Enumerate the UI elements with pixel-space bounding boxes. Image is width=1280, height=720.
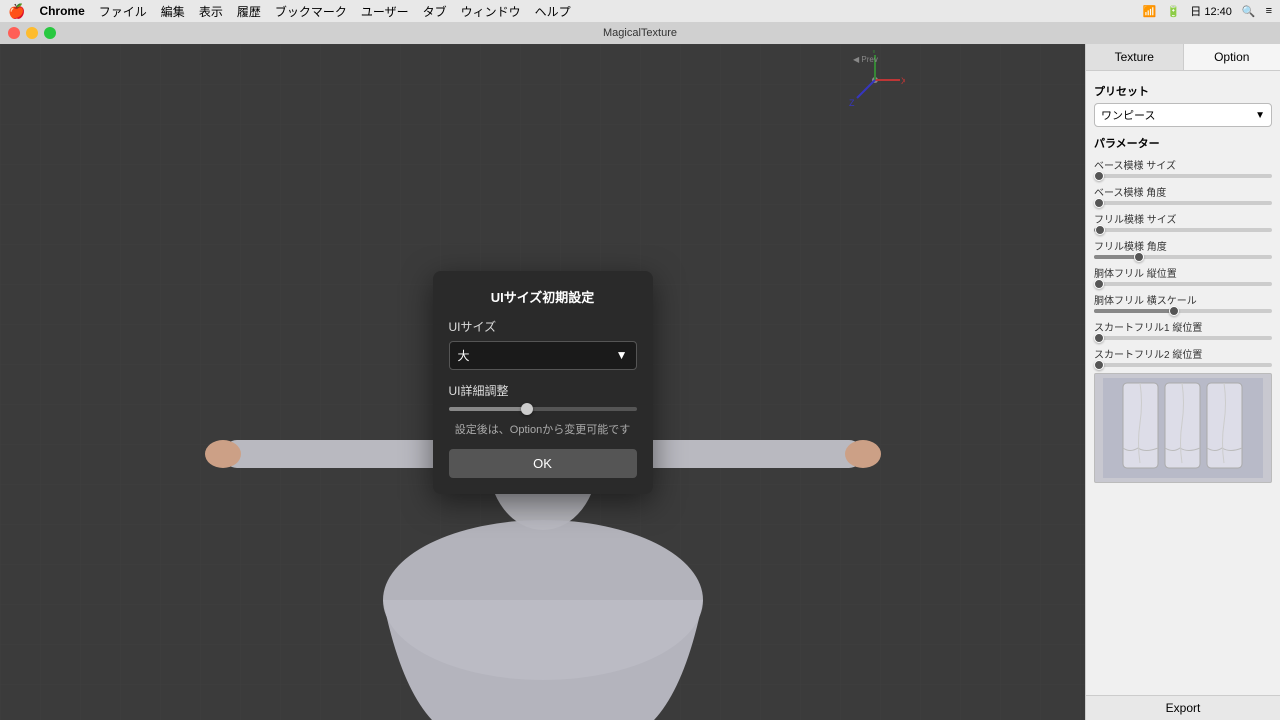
- dialog-size-value: 大: [458, 347, 470, 364]
- search-icon[interactable]: 🔍: [1242, 5, 1256, 18]
- dialog-size-label: UIサイズ: [449, 318, 637, 335]
- param-slider-3[interactable]: [1094, 255, 1272, 259]
- dialog-size-dropdown[interactable]: 大 ▼: [449, 341, 637, 370]
- param-label-3: フリル模様 角度: [1094, 238, 1272, 253]
- menu-item-history[interactable]: 履歴: [237, 3, 261, 20]
- tab-option[interactable]: Option: [1184, 44, 1280, 70]
- dialog-ok-button[interactable]: OK: [449, 449, 637, 478]
- menu-bar-right: 📶 🔋 日 12:40 🔍 ≡: [1143, 3, 1272, 19]
- minimize-button[interactable]: [26, 27, 38, 39]
- param-label-5: 胴体フリル 横スケール: [1094, 292, 1272, 307]
- menu-item-chrome[interactable]: Chrome: [39, 4, 84, 18]
- menu-item-users[interactable]: ユーザー: [361, 3, 409, 20]
- menu-icon[interactable]: ≡: [1266, 5, 1272, 17]
- dropdown-chevron-icon: ▼: [616, 348, 628, 362]
- param-label-2: フリル模様 サイズ: [1094, 211, 1272, 226]
- panel-tabs: Texture Option: [1086, 44, 1280, 71]
- dialog-slider-thumb: [521, 403, 533, 415]
- dropdown-arrow-icon: ▼: [1255, 110, 1265, 121]
- modal-overlay: UIサイズ初期設定 UIサイズ 大 ▼ UI詳細調整: [0, 44, 1085, 720]
- param-slider-1[interactable]: [1094, 201, 1272, 205]
- preset-label: プリセット: [1094, 83, 1272, 99]
- menu-item-help[interactable]: ヘルプ: [535, 3, 571, 20]
- dialog-detail-slider-container: [449, 407, 637, 411]
- param-label-4: 胴体フリル 縦位置: [1094, 265, 1272, 280]
- viewport[interactable]: X Y Z ◀ Prev: [0, 44, 1085, 720]
- main-layout: X Y Z ◀ Prev: [0, 44, 1280, 720]
- menu-item-file[interactable]: ファイル: [99, 3, 147, 20]
- parameters-label: パラメーター: [1094, 135, 1272, 151]
- texture-preview: [1094, 373, 1272, 483]
- param-slider-2[interactable]: [1094, 228, 1272, 232]
- traffic-lights: [8, 27, 56, 39]
- param-label-1: ベース模様 角度: [1094, 184, 1272, 199]
- dialog-title: UIサイズ初期設定: [449, 287, 637, 306]
- title-bar: MagicalTexture: [0, 22, 1280, 44]
- panel-content: プリセット ワンピース ▼ パラメーター ベース模様 サイズ ベース模様 角度 …: [1086, 71, 1280, 695]
- window-title: MagicalTexture: [603, 27, 677, 39]
- right-panel: Texture Option プリセット ワンピース ▼ パラメーター ベース模…: [1085, 44, 1280, 720]
- menu-item-bookmarks[interactable]: ブックマーク: [275, 3, 347, 20]
- maximize-button[interactable]: [44, 27, 56, 39]
- menu-item-tabs[interactable]: タブ: [423, 3, 447, 20]
- close-button[interactable]: [8, 27, 20, 39]
- menu-item-edit[interactable]: 編集: [161, 3, 185, 20]
- param-slider-7[interactable]: [1094, 363, 1272, 367]
- dialog: UIサイズ初期設定 UIサイズ 大 ▼ UI詳細調整: [433, 271, 653, 494]
- menu-item-window[interactable]: ウィンドウ: [461, 3, 521, 20]
- param-slider-4[interactable]: [1094, 282, 1272, 286]
- param-label-7: スカートフリル2 縦位置: [1094, 346, 1272, 361]
- wifi-icon: 📶: [1143, 5, 1157, 18]
- param-slider-5[interactable]: [1094, 309, 1272, 313]
- dialog-slider-fill: [449, 407, 528, 411]
- preset-value: ワンピース: [1101, 107, 1155, 123]
- preset-dropdown[interactable]: ワンピース ▼: [1094, 103, 1272, 127]
- dialog-detail-label: UI詳細調整: [449, 382, 637, 399]
- apple-logo[interactable]: 🍎: [8, 3, 25, 20]
- export-button[interactable]: Export: [1086, 695, 1280, 720]
- param-label-6: スカートフリル1 縦位置: [1094, 319, 1272, 334]
- battery-icon: 🔋: [1167, 5, 1181, 18]
- dialog-hint: 設定後は、Optionから変更可能です: [449, 421, 637, 437]
- menu-bar-left: 🍎 Chrome ファイル 編集 表示 履歴 ブックマーク ユーザー タブ ウィ…: [8, 3, 571, 20]
- param-slider-0[interactable]: [1094, 174, 1272, 178]
- menu-item-view[interactable]: 表示: [199, 3, 223, 20]
- menu-bar: 🍎 Chrome ファイル 編集 表示 履歴 ブックマーク ユーザー タブ ウィ…: [0, 0, 1280, 22]
- param-label-0: ベース模様 サイズ: [1094, 157, 1272, 172]
- param-slider-6[interactable]: [1094, 336, 1272, 340]
- dialog-detail-slider-track[interactable]: [449, 407, 637, 411]
- clock: 日 12:40: [1190, 3, 1232, 19]
- tab-texture[interactable]: Texture: [1086, 44, 1184, 70]
